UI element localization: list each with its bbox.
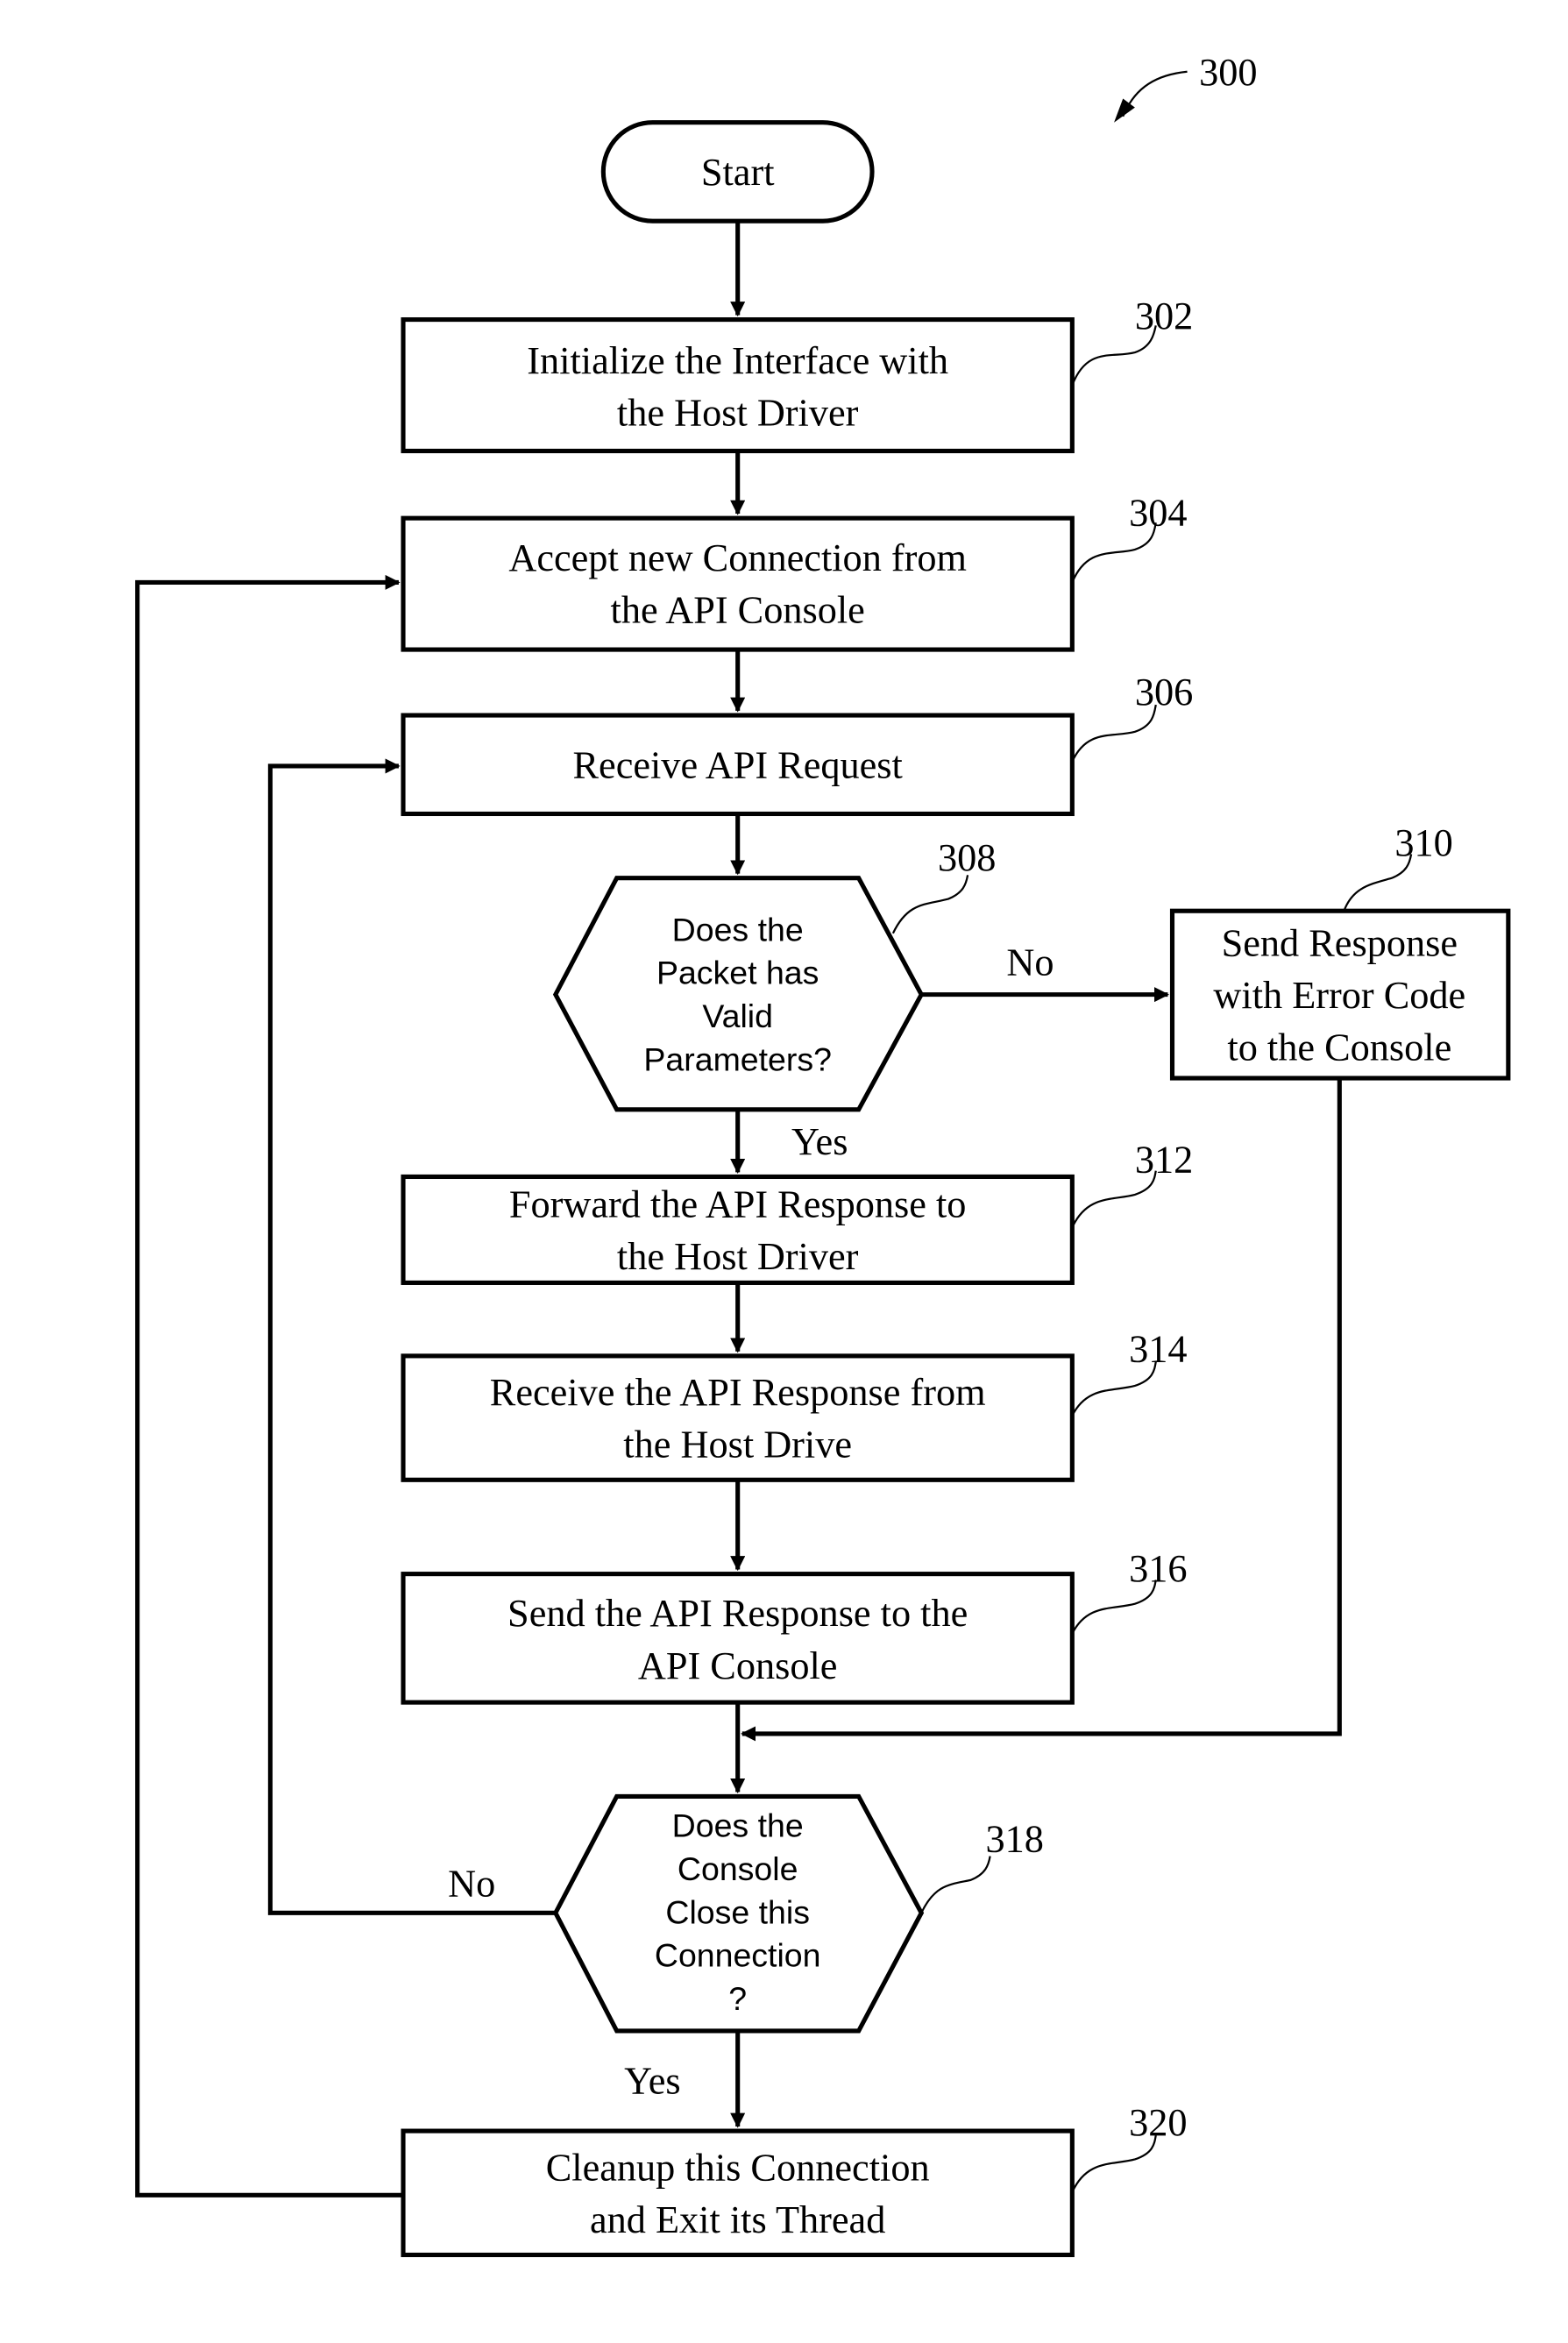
step-320: Cleanup this Connection and Exit its Thr…: [401, 2101, 1188, 2258]
step-302-line-1: Initialize the Interface with: [527, 339, 948, 382]
start-terminal: Start: [600, 120, 875, 224]
decision-308-line-3: Valid: [702, 998, 773, 1034]
step-316-line-1: Send the API Response to the: [507, 1592, 968, 1635]
decision-308-yes-label: Yes: [791, 1120, 848, 1163]
step-304-line-1: Accept new Connection from: [508, 536, 967, 579]
step-302: Initialize the Interface with the Host D…: [401, 295, 1193, 454]
step-304: Accept new Connection from the API Conso…: [401, 492, 1188, 652]
step-312-line-2: the Host Driver: [617, 1235, 859, 1278]
step-310-line-3: to the Console: [1227, 1026, 1451, 1069]
decision-318: Does the Console Close this Connection ?…: [448, 1793, 1044, 2102]
step-320-line-2: and Exit its Thread: [590, 2198, 885, 2241]
decision-308-ref: 308: [938, 836, 996, 879]
figure-reference-arrowhead: [1114, 98, 1135, 123]
step-306-ref: 306: [1135, 671, 1193, 714]
step-316-line-2: API Console: [638, 1644, 838, 1687]
step-314: Receive the API Response from the Host D…: [401, 1328, 1188, 1482]
step-304-line-2: the API Console: [611, 588, 865, 631]
step-314-line-1: Receive the API Response from: [490, 1371, 986, 1414]
step-304-ref: 304: [1129, 492, 1187, 535]
step-310: Send Response with Error Code to the Con…: [1169, 821, 1511, 1081]
decision-308-line-2: Packet has: [656, 955, 819, 991]
step-306: Receive API Request 306: [401, 671, 1193, 817]
step-316-ref: 316: [1129, 1547, 1187, 1590]
decision-308-line-4: Parameters?: [643, 1041, 832, 1078]
step-310-line-1: Send Response: [1222, 921, 1458, 964]
flowchart: 300 Start Initialize the Interface with …: [135, 51, 1511, 2258]
step-320-line-1: Cleanup this Connection: [546, 2146, 930, 2189]
decision-318-leader: [920, 1856, 991, 1913]
step-316: Send the API Response to the API Console…: [401, 1547, 1188, 1705]
figure-reference-label: 300: [1199, 51, 1257, 94]
step-302-line-2: the Host Driver: [617, 392, 859, 435]
step-320-ref: 320: [1129, 2101, 1187, 2144]
step-314-ref: 314: [1129, 1328, 1187, 1371]
decision-318-line-2: Console: [678, 1850, 798, 1887]
arrow-318-306-no-loop: [267, 758, 556, 1915]
step-314-line-2: the Host Drive: [623, 1424, 852, 1466]
step-312-ref: 312: [1135, 1138, 1193, 1181]
figure-reference: 300: [1114, 51, 1258, 123]
decision-308-no-label: No: [1006, 941, 1054, 983]
decision-318-line-3: Close this: [665, 1893, 810, 1930]
decision-318-line-5: ?: [728, 1980, 747, 2017]
figure-reference-leader: [1122, 70, 1188, 117]
decision-308: Does the Packet has Valid Parameters? 30…: [552, 836, 1054, 1163]
step-310-ref: 310: [1394, 821, 1452, 864]
step-306-line-1: Receive API Request: [573, 744, 904, 787]
step-312-line-1: Forward the API Response to: [509, 1182, 967, 1225]
decision-318-line-4: Connection: [655, 1937, 821, 1974]
decision-318-line-1: Does the: [672, 1807, 804, 1843]
step-310-line-2: with Error Code: [1213, 974, 1465, 1017]
start-label: Start: [701, 151, 775, 194]
decision-318-yes-label: Yes: [624, 2059, 680, 2102]
decision-318-no-label: No: [448, 1863, 495, 1906]
decision-308-leader: [891, 875, 969, 934]
decision-308-line-1: Does the: [672, 911, 804, 948]
decision-318-ref: 318: [986, 1818, 1044, 1861]
step-302-ref: 302: [1135, 295, 1193, 337]
